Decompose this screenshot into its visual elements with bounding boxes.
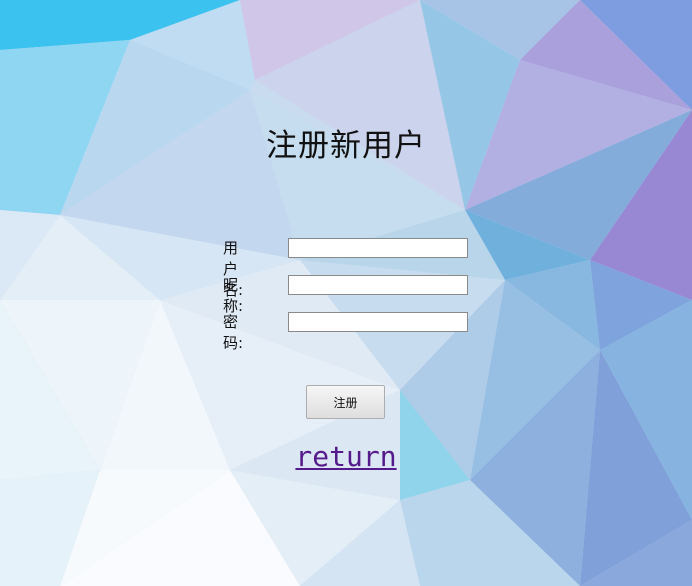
return-link[interactable]: return bbox=[295, 440, 396, 473]
nickname-input[interactable] bbox=[288, 275, 468, 295]
nickname-label: 昵称: bbox=[223, 276, 244, 315]
password-label: 密码: bbox=[223, 313, 244, 352]
username-input[interactable] bbox=[288, 238, 468, 258]
password-input[interactable] bbox=[288, 312, 468, 332]
return-link-container: return bbox=[0, 440, 692, 473]
page-title: 注册新用户 bbox=[266, 128, 426, 164]
register-button[interactable]: 注册 bbox=[306, 385, 385, 419]
